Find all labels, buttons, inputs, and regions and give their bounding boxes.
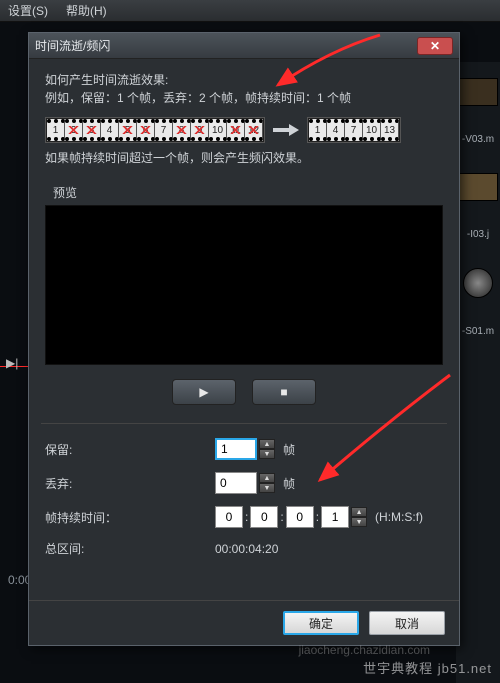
film-frame: 9 (191, 119, 209, 141)
menu-settings[interactable]: 设置(S) (8, 2, 48, 19)
stop-icon: ■ (280, 385, 287, 399)
step-up-icon[interactable]: ▲ (259, 473, 275, 483)
dialog-title: 时间流逝/频闪 (35, 37, 110, 54)
intro-line1: 如何产生时间流逝效果: (45, 71, 443, 89)
disc-icon[interactable] (463, 268, 493, 298)
timelapse-dialog: 时间流逝/频闪 ✕ 如何产生时间流逝效果: 例如，保留：1 个帧，丢弃：2 个帧… (28, 32, 460, 646)
film-frame: 11 (227, 119, 245, 141)
film-frame: 7 (155, 119, 173, 141)
clip-thumb[interactable] (458, 173, 498, 201)
step-down-icon[interactable]: ▼ (259, 449, 275, 459)
film-frame: 4 (101, 119, 119, 141)
intro-line2: 例如，保留：1 个帧，丢弃：2 个帧，帧持续时间：1 个帧 (45, 89, 443, 107)
menu-help[interactable]: 帮助(H) (66, 2, 107, 19)
filmstrip-input: 123456789101112 (45, 117, 265, 143)
step-up-icon[interactable]: ▲ (259, 439, 275, 449)
keep-input[interactable] (215, 438, 257, 460)
duration-label: 帧持续时间： (45, 509, 215, 526)
keep-stepper[interactable]: ▲▼ (259, 439, 275, 459)
play-button[interactable]: ▶ (172, 379, 236, 405)
film-frame: 1 (47, 119, 65, 141)
stop-button[interactable]: ■ (252, 379, 316, 405)
total-value: 00:00:04:20 (215, 542, 278, 556)
preview-area (45, 205, 443, 365)
cancel-button[interactable]: 取消 (369, 611, 445, 635)
film-frame: 12 (245, 119, 263, 141)
film-frame: 4 (327, 119, 345, 141)
clip-label: -V03.m (462, 134, 494, 145)
dur-stepper[interactable]: ▲▼ (351, 507, 367, 527)
watermark-text: jiaocheng.chazidian.com (299, 643, 430, 657)
clip-bin: -V03.m -I03.j -S01.m (456, 62, 500, 683)
divider (41, 423, 447, 424)
dur-h-input[interactable] (215, 506, 243, 528)
play-icon: ▶ (199, 385, 208, 399)
watermark-text: 世宇典教程 jb51.net (363, 658, 492, 677)
film-frame: 10 (363, 119, 381, 141)
step-down-icon[interactable]: ▼ (351, 517, 367, 527)
clip-label: -I03.j (467, 229, 489, 240)
keep-label: 保留: (45, 441, 215, 458)
filmstrip-output: 1471013 (307, 117, 401, 143)
total-label: 总区间: (45, 540, 215, 557)
film-frame: 3 (83, 119, 101, 141)
ok-button[interactable]: 确定 (283, 611, 359, 635)
film-frame: 1 (309, 119, 327, 141)
film-frame: 6 (137, 119, 155, 141)
drop-input[interactable] (215, 472, 257, 494)
step-up-icon[interactable]: ▲ (351, 507, 367, 517)
step-down-icon[interactable]: ▼ (259, 483, 275, 493)
dialog-titlebar[interactable]: 时间流逝/频闪 ✕ (29, 33, 459, 59)
film-frame: 10 (209, 119, 227, 141)
drop-stepper[interactable]: ▲▼ (259, 473, 275, 493)
film-frame: 13 (381, 119, 399, 141)
film-frame: 5 (119, 119, 137, 141)
dur-f-input[interactable] (321, 506, 349, 528)
clip-thumb[interactable] (458, 78, 498, 106)
film-frame: 7 (345, 119, 363, 141)
filmstrip-example: 123456789101112 1471013 (45, 117, 443, 143)
film-frame: 8 (173, 119, 191, 141)
dur-m-input[interactable] (250, 506, 278, 528)
film-frame: 2 (65, 119, 83, 141)
strobe-note: 如果帧持续时间超过一个帧，则会产生频闪效果。 (45, 149, 443, 166)
keep-unit: 帧 (283, 441, 295, 458)
drop-label: 丢弃: (45, 475, 215, 492)
drop-unit: 帧 (283, 475, 295, 492)
playhead-marker[interactable]: ▶| (6, 356, 20, 376)
dur-format: (H:M:S:f) (375, 510, 423, 524)
close-icon: ✕ (430, 39, 440, 53)
intro-text: 如何产生时间流逝效果: 例如，保留：1 个帧，丢弃：2 个帧，帧持续时间：1 个… (45, 71, 443, 107)
menu-bar: 设置(S) 帮助(H) (0, 0, 500, 22)
close-button[interactable]: ✕ (417, 37, 453, 55)
dur-s-input[interactable] (286, 506, 314, 528)
preview-label: 预览 (45, 180, 443, 205)
clip-label: -S01.m (462, 326, 494, 337)
arrow-right-icon (273, 122, 299, 138)
